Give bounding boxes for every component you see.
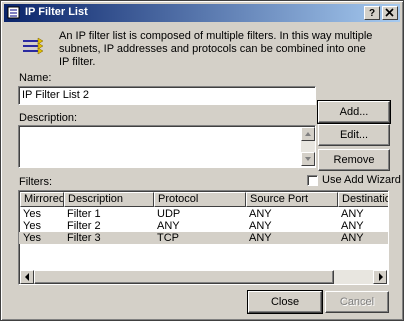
edit-button[interactable]: Edit... bbox=[318, 124, 390, 146]
column-header-source-port[interactable]: Source Port bbox=[246, 192, 338, 207]
name-field-value: IP Filter List 2 bbox=[22, 89, 90, 101]
scroll-right-button[interactable] bbox=[373, 270, 387, 284]
name-label: Name: bbox=[19, 72, 52, 84]
filter-list-icon bbox=[6, 5, 22, 21]
column-header-description[interactable]: Description bbox=[64, 192, 154, 207]
cell-source-port: ANY bbox=[249, 232, 272, 244]
cell-mirrored: Yes bbox=[23, 208, 41, 220]
use-add-wizard-checkbox[interactable] bbox=[307, 175, 318, 186]
dialog-window: IP Filter List ? An IP filter list is co… bbox=[0, 0, 404, 321]
cell-destination: ANY bbox=[341, 208, 364, 220]
close-button[interactable]: Close bbox=[247, 290, 323, 314]
filters-label: Filters: bbox=[19, 176, 52, 188]
column-header-protocol[interactable]: Protocol bbox=[154, 192, 246, 207]
cell-destination: ANY bbox=[341, 220, 364, 232]
filters-list[interactable]: Mirrored Description Protocol Source Por… bbox=[18, 190, 389, 285]
scroll-down-button[interactable] bbox=[301, 152, 315, 166]
description-label: Description: bbox=[19, 112, 78, 124]
cell-description: Filter 2 bbox=[67, 220, 101, 232]
window-title: IP Filter List bbox=[25, 6, 88, 18]
arrow-down-icon bbox=[305, 157, 311, 161]
cell-destination: ANY bbox=[341, 232, 364, 244]
arrow-left-icon bbox=[25, 273, 29, 281]
description-field[interactable] bbox=[18, 125, 316, 168]
cell-source-port: ANY bbox=[249, 220, 272, 232]
filters-header: Mirrored Description Protocol Source Por… bbox=[20, 192, 388, 207]
intro-text: An IP filter list is composed of multipl… bbox=[59, 30, 373, 68]
use-add-wizard-label[interactable]: Use Add Wizard bbox=[322, 174, 401, 186]
name-field[interactable]: IP Filter List 2 bbox=[18, 86, 316, 105]
help-button[interactable]: ? bbox=[364, 6, 380, 20]
cell-mirrored: Yes bbox=[23, 232, 41, 244]
close-window-button[interactable] bbox=[382, 6, 398, 20]
arrow-up-icon bbox=[305, 132, 311, 136]
cell-protocol: TCP bbox=[157, 232, 179, 244]
title-bar[interactable]: IP Filter List ? bbox=[4, 4, 400, 22]
add-button[interactable]: Add... bbox=[317, 100, 391, 124]
close-icon bbox=[385, 8, 394, 17]
cell-source-port: ANY bbox=[249, 208, 272, 220]
arrow-right-icon bbox=[379, 273, 383, 281]
table-row[interactable]: Yes Filter 1 UDP ANY ANY bbox=[19, 208, 388, 220]
cell-description: Filter 1 bbox=[67, 208, 101, 220]
scroll-up-button[interactable] bbox=[301, 127, 315, 141]
column-header-destination[interactable]: Destination bbox=[338, 192, 388, 207]
column-header-mirrored[interactable]: Mirrored bbox=[20, 192, 64, 207]
filter-list-icon bbox=[21, 35, 45, 59]
description-scrollbar[interactable] bbox=[301, 127, 315, 166]
cell-protocol: ANY bbox=[157, 220, 180, 232]
table-row[interactable]: Yes Filter 2 ANY ANY ANY bbox=[19, 220, 388, 232]
cell-protocol: UDP bbox=[157, 208, 181, 220]
cancel-button[interactable]: Cancel bbox=[325, 291, 389, 313]
scrollbar-thumb[interactable] bbox=[34, 270, 334, 284]
scroll-left-button[interactable] bbox=[20, 270, 34, 284]
cell-description: Filter 3 bbox=[67, 232, 101, 244]
table-row-selected[interactable]: Yes Filter 3 TCP ANY ANY bbox=[19, 232, 388, 244]
remove-button[interactable]: Remove bbox=[318, 149, 390, 171]
filters-horizontal-scrollbar[interactable] bbox=[20, 270, 387, 284]
cell-mirrored: Yes bbox=[23, 220, 41, 232]
